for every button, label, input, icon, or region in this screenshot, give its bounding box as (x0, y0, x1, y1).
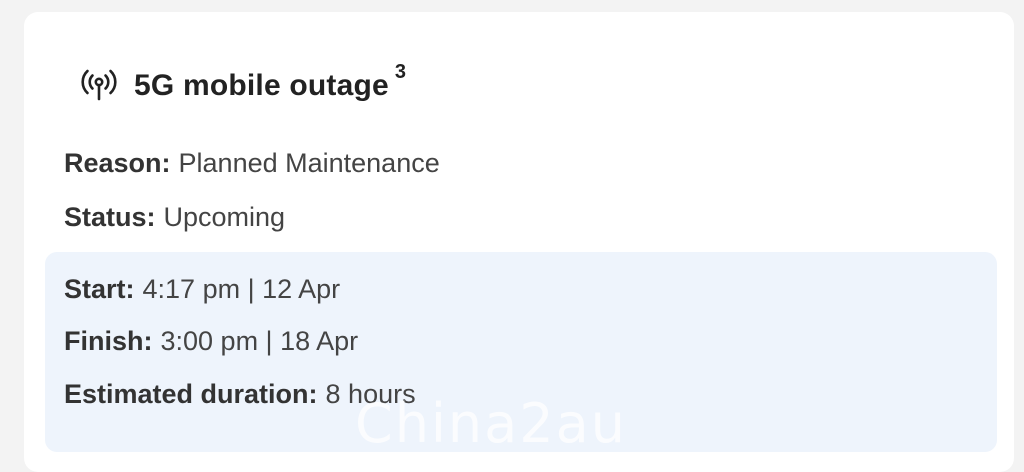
reason-label: Reason: (64, 148, 171, 178)
broadcast-tower-icon (78, 64, 120, 106)
status-value: Upcoming (163, 202, 286, 232)
duration-value: 8 hours (325, 379, 416, 409)
start-label: Start: (64, 274, 135, 304)
schedule-panel: Start: 4:17 pm | 12 Apr Finish: 3:00 pm | … (45, 252, 997, 452)
start-row: Start: 4:17 pm | 12 Apr (64, 274, 340, 305)
duration-label: Estimated duration: (64, 379, 318, 409)
reason-value: Planned Maintenance (178, 148, 440, 178)
duration-row: Estimated duration: 8 hours (64, 379, 416, 410)
status-label: Status: (64, 202, 156, 232)
status-row: Status: Upcoming (64, 202, 285, 233)
outage-header: 5G mobile outage 3 (78, 61, 407, 106)
footnote-marker[interactable]: 3 (395, 61, 406, 83)
finish-row: Finish: 3:00 pm | 18 Apr (64, 326, 358, 357)
outage-title: 5G mobile outage 3 (134, 61, 407, 102)
outage-card: 5G mobile outage 3 Reason: Planned Mainten… (24, 12, 1014, 472)
finish-value: 3:00 pm | 18 Apr (160, 326, 359, 356)
reason-row: Reason: Planned Maintenance (64, 148, 440, 179)
start-value: 4:17 pm | 12 Apr (142, 274, 341, 304)
finish-label: Finish: (64, 326, 153, 356)
